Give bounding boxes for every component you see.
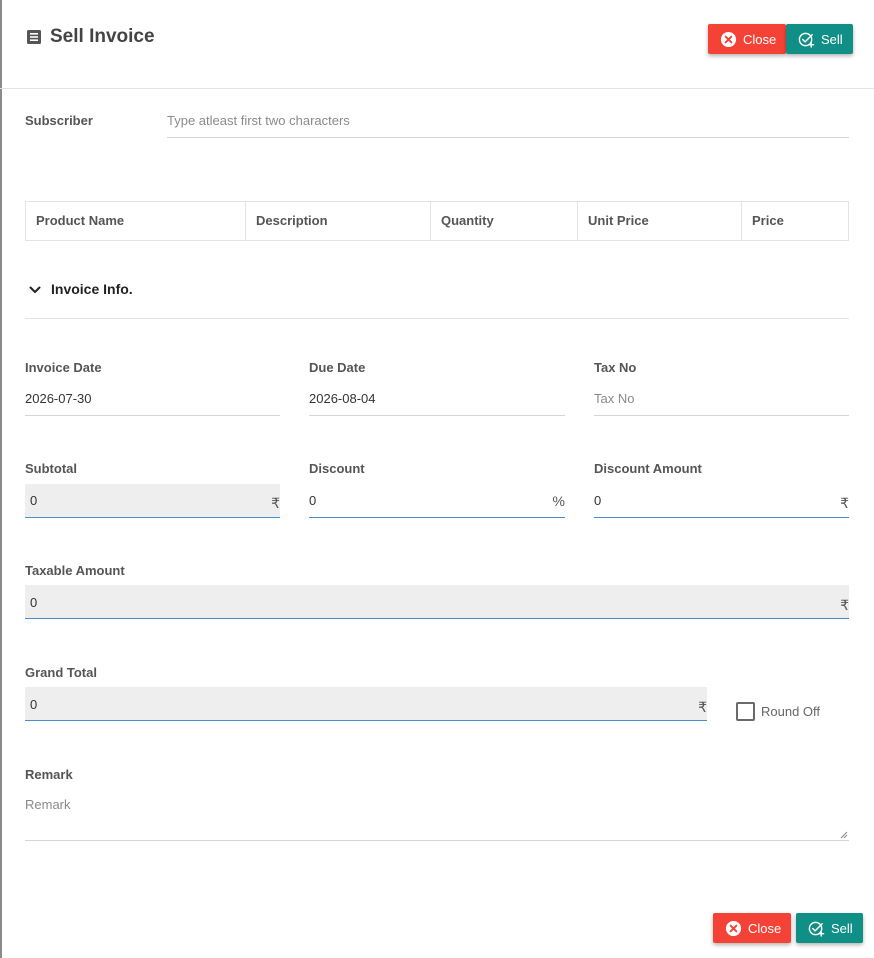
sell-button-top[interactable]: Sell: [786, 24, 853, 54]
tax-no-label: Tax No: [594, 360, 637, 375]
invoice-date-label: Invoice Date: [25, 360, 102, 375]
close-button-top[interactable]: Close: [708, 24, 787, 54]
invoice-date-input[interactable]: 2026-07-30: [25, 391, 280, 416]
products-table-header: Product Name Description Quantity Unit P…: [25, 201, 849, 241]
resize-handle-icon[interactable]: [840, 831, 848, 839]
check-add-icon: [798, 32, 815, 48]
discount-label: Discount: [309, 461, 365, 476]
chevron-down-icon: [29, 286, 41, 293]
grand-total-value: 0: [30, 697, 38, 712]
rupee-icon: ₹: [698, 699, 707, 715]
column-header: Unit Price: [578, 202, 742, 240]
column-header: Product Name: [26, 202, 246, 240]
close-button-bottom[interactable]: Close: [713, 913, 792, 943]
rupee-icon: ₹: [840, 495, 849, 511]
taxable-amount-field: 0 ₹: [25, 585, 849, 619]
subscriber-input[interactable]: Type atleast first two characters: [167, 113, 849, 138]
page-title: Sell Invoice: [50, 26, 155, 47]
sell-button-bottom[interactable]: Sell: [796, 913, 863, 943]
sell-label: Sell: [831, 920, 853, 936]
invoice-date-value: 2026-07-30: [25, 391, 92, 406]
remark-label: Remark: [25, 767, 73, 782]
close-circle-icon: [720, 31, 737, 47]
close-label: Close: [743, 31, 777, 47]
subscriber-placeholder: Type atleast first two characters: [167, 113, 350, 128]
round-off-label: Round Off: [761, 704, 821, 719]
rupee-icon: ₹: [840, 597, 849, 613]
remark-textarea[interactable]: Remark: [25, 794, 849, 841]
check-add-icon: [808, 921, 825, 937]
close-label: Close: [748, 920, 782, 936]
column-header: Description: [246, 202, 431, 240]
invoice-info-title: Invoice Info.: [51, 281, 133, 297]
invoice-info-toggle[interactable]: Invoice Info.: [25, 280, 849, 319]
column-header: Quantity: [431, 202, 578, 240]
discount-value: 0: [309, 493, 317, 508]
due-date-input[interactable]: 2026-08-04: [309, 391, 565, 416]
tax-no-input[interactable]: Tax No: [594, 391, 849, 416]
remark-placeholder: Remark: [25, 797, 71, 812]
subtotal-label: Subtotal: [25, 461, 77, 476]
title-wrap: Sell Invoice: [26, 26, 155, 48]
column-header: Price: [752, 213, 784, 228]
subtotal-value: 0: [30, 493, 38, 508]
rupee-icon: ₹: [271, 495, 280, 511]
tax-no-placeholder: Tax No: [594, 391, 635, 406]
list-doc-icon: [27, 30, 41, 44]
left-edge-divider: [0, 0, 2, 958]
dialog-header: Sell Invoice Close Sell: [0, 0, 874, 89]
taxable-amount-value: 0: [30, 595, 38, 610]
percent-icon: %: [552, 493, 565, 509]
due-date-label: Due Date: [309, 360, 366, 375]
discount-input[interactable]: 0 %: [309, 484, 565, 518]
taxable-amount-label: Taxable Amount: [25, 563, 125, 578]
subtotal-field: 0 ₹: [25, 484, 280, 518]
subscriber-label: Subscriber: [25, 113, 93, 128]
due-date-value: 2026-08-04: [309, 391, 376, 406]
round-off-checkbox[interactable]: [736, 702, 755, 721]
grand-total-label: Grand Total: [25, 665, 97, 680]
grand-total-field: 0 ₹: [25, 687, 707, 721]
sell-label: Sell: [821, 31, 843, 47]
close-circle-icon: [725, 920, 742, 936]
discount-amount-label: Discount Amount: [594, 461, 702, 476]
discount-amount-input[interactable]: 0 ₹: [594, 484, 849, 518]
discount-amount-value: 0: [594, 493, 602, 508]
